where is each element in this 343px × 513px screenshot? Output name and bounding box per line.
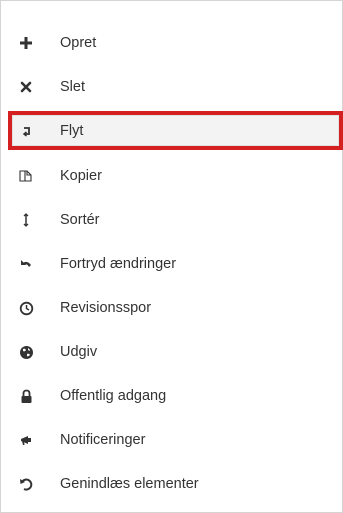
times-icon xyxy=(17,78,35,96)
menu-item-slet[interactable]: Slet xyxy=(2,67,341,107)
sort-icon xyxy=(17,211,35,229)
bullhorn-icon xyxy=(17,431,35,449)
menu-item-flyt[interactable]: Flyt xyxy=(12,115,339,146)
actions-menu: Opret Slet Flyt Kopier Sortér Fortryd æn… xyxy=(0,0,343,513)
lock-icon xyxy=(17,387,35,405)
menu-item-fortryd[interactable]: Fortryd ændringer xyxy=(2,244,341,284)
menu-item-offentlig-adgang[interactable]: Offentlig adgang xyxy=(2,376,341,416)
menu-item-label: Offentlig adgang xyxy=(60,388,167,404)
menu-item-notificeringer[interactable]: Notificeringer xyxy=(2,420,341,460)
menu-item-label: Notificeringer xyxy=(60,432,146,448)
undo-icon xyxy=(17,255,35,273)
reload-icon xyxy=(17,475,35,493)
menu-item-label: Kopier xyxy=(60,168,102,184)
menu-item-label: Genindlæs elementer xyxy=(60,476,199,492)
menu-item-label: Fortryd ændringer xyxy=(60,256,177,272)
menu-item-sorter[interactable]: Sortér xyxy=(2,200,341,240)
menu-item-label: Flyt xyxy=(60,122,84,139)
menu-item-label: Sortér xyxy=(60,212,100,228)
menu-item-udgiv[interactable]: Udgiv xyxy=(2,332,341,372)
menu-item-label: Opret xyxy=(60,35,97,51)
menu-item-label: Revisionsspor xyxy=(60,300,152,316)
clock-icon xyxy=(17,299,35,317)
copy-icon xyxy=(17,167,35,185)
menu-item-label: Slet xyxy=(60,79,85,95)
globe-icon xyxy=(17,343,35,361)
menu-item-revisionsspor[interactable]: Revisionsspor xyxy=(2,288,341,328)
menu-item-genindlaes[interactable]: Genindlæs elementer xyxy=(2,464,341,504)
move-icon xyxy=(18,122,36,140)
menu-item-opret[interactable]: Opret xyxy=(2,23,341,63)
menu-item-label: Udgiv xyxy=(60,344,98,360)
menu-item-kopier[interactable]: Kopier xyxy=(2,156,341,196)
plus-icon xyxy=(17,34,35,52)
